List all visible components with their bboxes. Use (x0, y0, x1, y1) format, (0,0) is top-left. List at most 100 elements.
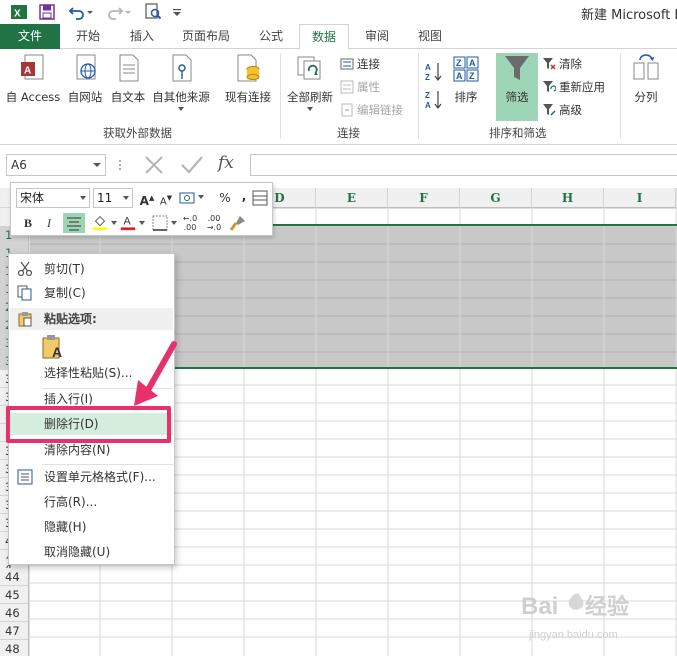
from-access-button[interactable]: A 自 Access (4, 53, 62, 119)
fill-color-icon[interactable] (91, 213, 109, 231)
menu-item-hide[interactable]: 隐藏(H) (10, 516, 173, 538)
watermark-url: jingyan.baidu.com (528, 629, 618, 641)
insert-function-button[interactable]: fx (218, 153, 234, 173)
fill-color-dropdown-icon[interactable] (111, 221, 117, 225)
column-header-i[interactable]: I (604, 188, 676, 208)
undo-dropdown-icon[interactable] (86, 3, 94, 21)
italic-button[interactable]: I (40, 214, 58, 232)
from-text-button[interactable]: 自文本 (108, 53, 148, 119)
font-size-value: 11 (97, 191, 113, 205)
accounting-format-icon[interactable] (179, 189, 197, 207)
redo-icon[interactable] (106, 3, 124, 21)
bold-button[interactable]: B (19, 214, 37, 232)
sort-descending-icon[interactable]: Z A (424, 89, 444, 111)
percent-style-button[interactable]: % (216, 189, 234, 207)
tab-home[interactable]: 开始 (76, 24, 100, 49)
column-header-h[interactable]: H (532, 188, 604, 208)
from-web-button[interactable]: 自网站 (64, 53, 106, 119)
column-header-f[interactable]: F (388, 188, 460, 208)
menu-label-row-height: 行高(R)... (44, 495, 98, 509)
svg-text:A: A (469, 58, 476, 68)
menu-item-row-height[interactable]: 行高(R)... (10, 491, 173, 513)
print-preview-icon[interactable] (144, 3, 162, 21)
borders-dropdown-icon[interactable] (171, 221, 177, 225)
name-box-dropdown-icon[interactable] (93, 163, 101, 167)
existing-connections-button[interactable]: 现有连接 (220, 53, 276, 119)
excel-logo-icon[interactable]: X (10, 3, 28, 21)
undo-icon[interactable] (68, 3, 86, 21)
font-color-icon[interactable]: A (119, 213, 137, 231)
clear-filter-button[interactable]: 清除 (542, 54, 582, 74)
menu-item-unhide[interactable]: 取消隐藏(U) (10, 541, 173, 563)
format-table-icon[interactable] (251, 189, 269, 207)
menu-label-format-cells: 设置单元格格式(F)... (44, 470, 156, 484)
confirm-entry-icon[interactable] (180, 155, 204, 175)
text-to-columns-icon (633, 54, 659, 80)
menu-label-hide: 隐藏(H) (44, 520, 87, 534)
increase-font-size-icon[interactable]: A▲ (138, 189, 156, 208)
column-header-g[interactable]: G (460, 188, 532, 208)
row-header-46[interactable]: 46 (0, 604, 29, 622)
name-box[interactable]: A6 (6, 154, 106, 176)
font-size-box[interactable]: 11 (93, 188, 133, 208)
decrease-font-size-icon[interactable]: A▼ (157, 189, 175, 207)
menu-label-copy: 复制(C) (44, 286, 86, 300)
tab-data[interactable]: 数据 (299, 24, 349, 50)
sort-ascending-icon[interactable]: A Z (424, 61, 444, 83)
excel-window: X 新建 Microsoft E 文件 开始 插入 页面布局 公式 数据 审阅 … (0, 0, 677, 656)
from-other-sources-button[interactable]: 自其他来源 (150, 53, 212, 119)
accounting-dropdown-icon[interactable] (198, 195, 204, 199)
sort-button[interactable]: Z A A Z 排序 (448, 53, 484, 119)
font-color-dropdown-icon[interactable] (139, 221, 145, 225)
tab-formulas[interactable]: 公式 (259, 24, 283, 49)
dropdown-arrow-icon (178, 107, 184, 111)
paste-options-label: 粘贴选项: (44, 312, 97, 326)
menu-item-copy[interactable]: 复制(C) (10, 282, 173, 304)
paste-options-header: 粘贴选项: (10, 308, 173, 330)
customize-qat-icon[interactable] (172, 3, 182, 21)
formula-input[interactable] (250, 154, 677, 176)
properties-button[interactable]: 属性 (340, 77, 380, 97)
tab-review[interactable]: 审阅 (365, 24, 389, 49)
tab-page-layout[interactable]: 页面布局 (182, 24, 230, 49)
reapply-label: 重新应用 (559, 80, 605, 94)
document-title: 新建 Microsoft E (581, 8, 677, 23)
svg-text:A: A (456, 71, 463, 81)
decrease-decimal-icon[interactable]: .00 →.0 (205, 214, 223, 232)
row-header-45[interactable]: 45 (0, 586, 29, 604)
save-icon[interactable] (38, 3, 56, 21)
borders-icon[interactable] (151, 214, 169, 232)
row-header-48[interactable]: 48 (0, 640, 29, 656)
filter-button[interactable]: 筛选 (496, 53, 538, 121)
font-name-box[interactable]: 宋体 (16, 188, 90, 208)
advanced-filter-button[interactable]: 高级 (542, 100, 582, 120)
row-header-44[interactable]: 44 (0, 568, 29, 586)
cancel-entry-icon[interactable] (143, 155, 165, 175)
reapply-button[interactable]: 重新应用 (542, 77, 605, 97)
edit-links-button[interactable]: 编辑链接 (340, 100, 403, 120)
tab-insert[interactable]: 插入 (130, 24, 154, 49)
text-to-columns-button[interactable]: 分列 (628, 53, 664, 119)
font-dropdown-icon[interactable] (80, 196, 86, 200)
column-header-e[interactable]: E (316, 188, 388, 208)
tab-view[interactable]: 视图 (418, 24, 442, 49)
group-separator (620, 53, 621, 139)
access-icon: A (21, 54, 44, 80)
menu-item-format-cells[interactable]: 设置单元格格式(F)... (10, 466, 173, 488)
format-painter-icon[interactable] (229, 214, 247, 232)
connections-label: 连接 (357, 57, 380, 71)
tab-file[interactable]: 文件 (0, 24, 60, 49)
paste-values-icon[interactable]: A (41, 334, 65, 360)
row-header-47[interactable]: 47 (0, 622, 29, 640)
menu-separator (42, 464, 173, 465)
menu-item-cut[interactable]: 剪切(T) (10, 258, 173, 280)
filter-funnel-icon (505, 56, 529, 80)
refresh-all-button[interactable]: 全部刷新 (284, 53, 336, 119)
font-size-dropdown-icon[interactable] (123, 196, 129, 200)
svg-text:A: A (124, 216, 132, 228)
mini-toolbar: 宋体 11 A▲ A▼ % , B I A ←.0 .00 .00 →.0 (10, 182, 273, 236)
increase-decimal-icon[interactable]: ←.0.00 (181, 214, 199, 232)
redo-dropdown-icon[interactable] (124, 3, 132, 21)
align-center-icon[interactable] (63, 213, 85, 233)
connections-button[interactable]: 连接 (340, 54, 380, 74)
